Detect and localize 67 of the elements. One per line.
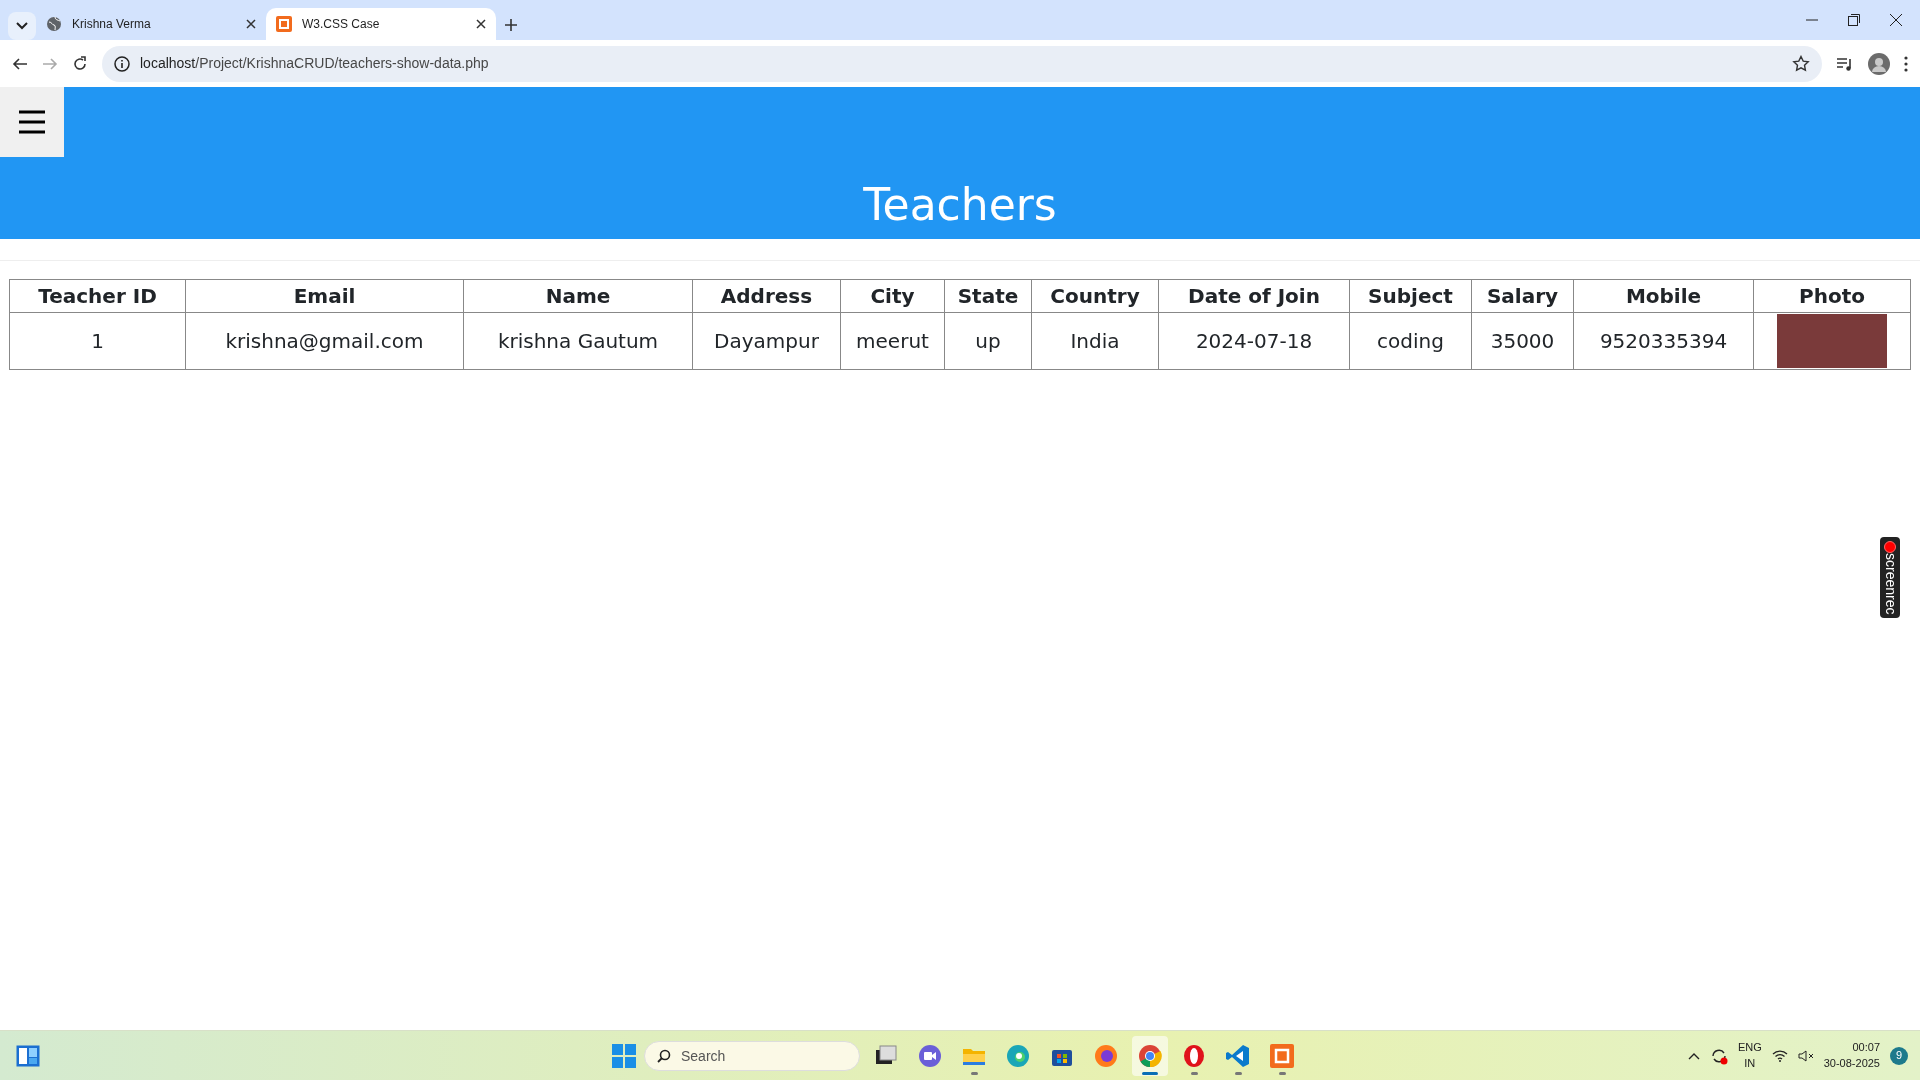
column-header: Date of Join <box>1158 279 1350 313</box>
column-header: Address <box>692 279 841 313</box>
wifi-icon[interactable] <box>1771 1049 1788 1062</box>
region-label[interactable]: IN <box>1737 1055 1762 1071</box>
windows-icon[interactable] <box>612 1044 636 1068</box>
table-cell: up <box>944 312 1032 370</box>
page-title: Teachers <box>863 179 1057 232</box>
logo-icon <box>276 16 292 32</box>
table-cell: krishna Gautum <box>463 312 693 370</box>
column-header: Mobile <box>1573 279 1754 313</box>
menu-button[interactable] <box>0 87 64 157</box>
tab-title[interactable]: Krishna Verma <box>72 15 151 33</box>
table-cell: coding <box>1349 312 1472 370</box>
playlist-icon[interactable] <box>1836 55 1854 72</box>
close-icon[interactable] <box>1890 14 1902 26</box>
search-field[interactable]: Search <box>644 1041 860 1071</box>
back-icon[interactable] <box>12 55 28 72</box>
more-icon[interactable] <box>1904 55 1908 72</box>
recorder-label: screenrec <box>1881 553 1900 615</box>
clock-time[interactable]: 00:07 <box>1823 1040 1880 1056</box>
search-icon <box>657 1049 671 1063</box>
tab-title[interactable]: W3.CSS Case <box>302 15 380 33</box>
menu-icon <box>19 110 45 134</box>
table-cell: 2024-07-18 <box>1158 312 1350 370</box>
info-icon[interactable] <box>114 55 130 72</box>
language-label[interactable]: ENG <box>1737 1040 1762 1056</box>
column-header: Photo <box>1753 279 1911 313</box>
recorder-tab[interactable]: screenrec <box>1880 537 1900 619</box>
avatar-icon[interactable] <box>1868 52 1890 75</box>
notification-badge[interactable]: 9 <box>1890 1046 1908 1065</box>
star-icon[interactable] <box>1792 54 1810 73</box>
record-icon <box>1884 541 1896 553</box>
restore-icon[interactable] <box>1848 14 1860 26</box>
video-call-icon <box>918 1044 942 1068</box>
table-cell: krishna@gmail.com <box>185 312 464 370</box>
table-cell: India <box>1031 312 1159 370</box>
column-header: Email <box>185 279 464 313</box>
chevron-up-icon[interactable] <box>1687 1051 1700 1060</box>
dropdown-icon[interactable] <box>8 12 36 40</box>
address-bar[interactable]: localhost/Project/KrishnaCRUD/teachers-show-data.php <box>102 45 1822 82</box>
column-header: Subject <box>1349 279 1472 313</box>
browser-tab[interactable]: Krishna Verma <box>36 8 266 40</box>
search-placeholder: Search <box>681 1046 726 1066</box>
table-cell: Dayampur <box>692 312 841 370</box>
reload-icon[interactable] <box>72 55 88 72</box>
table-cell: 1 <box>9 312 186 370</box>
xampp-icon <box>1270 1044 1294 1068</box>
widgets-icon[interactable] <box>16 1044 40 1067</box>
column-header: Country <box>1031 279 1159 313</box>
table-cell: 9520335394 <box>1573 312 1754 370</box>
code-editor-icon <box>1226 1044 1250 1068</box>
clock-date[interactable]: 30-08-2025 <box>1823 1055 1880 1071</box>
globe-icon <box>46 16 62 32</box>
column-header: Name <box>463 279 693 313</box>
column-header: State <box>944 279 1032 313</box>
muted-speaker-icon[interactable] <box>1797 1049 1814 1062</box>
column-header: City <box>840 279 945 313</box>
table-cell: meerut <box>840 312 945 370</box>
close-icon[interactable] <box>476 19 486 29</box>
column-header: Salary <box>1471 279 1574 313</box>
table-cell: 35000 <box>1471 312 1574 370</box>
url-text: localhost/Project/KrishnaCRUD/teachers-show-data.php <box>140 54 489 73</box>
chrome-icon <box>1138 1044 1162 1068</box>
close-icon[interactable] <box>246 19 256 29</box>
browser-tab[interactable]: W3.CSS Case <box>266 8 496 40</box>
column-header: Teacher ID <box>9 279 186 313</box>
opera-icon <box>1182 1044 1206 1068</box>
